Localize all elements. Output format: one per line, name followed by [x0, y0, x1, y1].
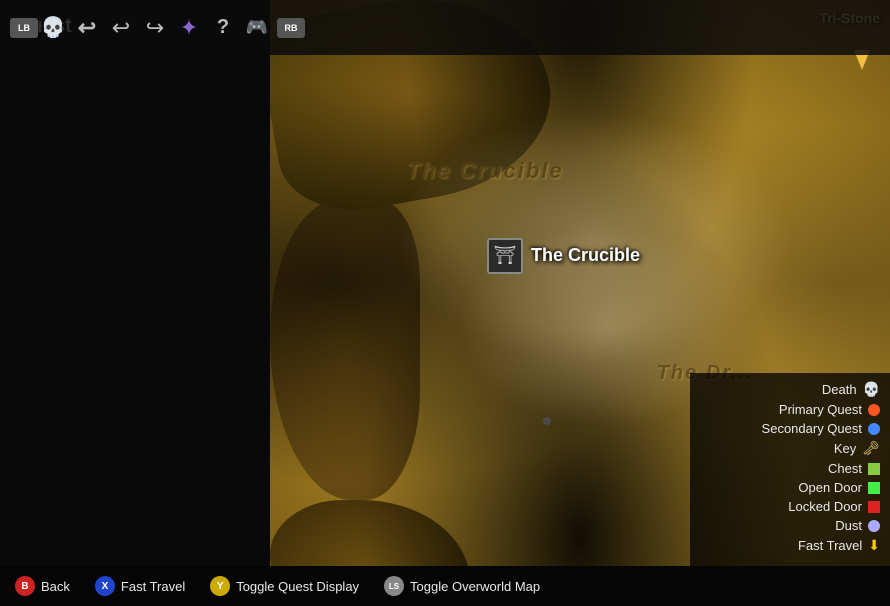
legend-chest: Chest — [700, 461, 880, 476]
legend-death-label: Death — [822, 382, 857, 397]
legend-primary-label: Primary Quest — [779, 402, 862, 417]
legend-fast-travel: Fast Travel ⬇ — [700, 537, 880, 554]
fast-travel-label: Fast Travel — [121, 579, 185, 594]
x-button-icon: X — [95, 576, 115, 596]
back-label: Back — [41, 579, 70, 594]
crucible-marker-label: The Crucible — [531, 245, 640, 266]
legend-dust: Dust — [700, 518, 880, 533]
skull-icon[interactable]: 💀 — [38, 13, 68, 43]
secondary-quest-icon — [868, 423, 880, 435]
toggle-quest-button[interactable]: Y Toggle Quest Display — [210, 576, 359, 596]
legend-dust-label: Dust — [835, 518, 862, 533]
legend-secondary-quest: Secondary Quest — [700, 421, 880, 436]
fast-travel-button[interactable]: X Fast Travel — [95, 576, 185, 596]
primary-quest-icon — [868, 404, 880, 416]
hook1-icon[interactable]: ↩ — [72, 13, 102, 43]
legend-open-door-label: Open Door — [798, 480, 862, 495]
death-icon: 💀 — [863, 381, 880, 398]
fast-travel-icon: ⬇ — [868, 537, 880, 554]
chest-icon — [868, 463, 880, 475]
key-icon: 🗝 — [862, 440, 880, 457]
crucible-icon — [487, 238, 523, 274]
toggle-overworld-button[interactable]: LS Toggle Overworld Map — [384, 576, 540, 596]
crucible-marker[interactable]: The Crucible — [487, 238, 640, 274]
hook3-icon[interactable]: ↪ — [140, 13, 170, 43]
legend-chest-label: Chest — [828, 461, 862, 476]
nav-icons: 💀 ↩ ↩ ↪ ✦ ? 🎮 — [38, 13, 272, 43]
legend-key-label: Key — [834, 441, 856, 456]
locked-door-icon — [868, 501, 880, 513]
b-button-icon: B — [15, 576, 35, 596]
legend-locked-door-label: Locked Door — [788, 499, 862, 514]
dust-icon — [868, 520, 880, 532]
legend-fast-travel-label: Fast Travel — [798, 538, 862, 553]
rb-button[interactable]: RB — [277, 18, 305, 38]
legend-panel: Death 💀 Primary Quest Secondary Quest Ke… — [690, 373, 890, 566]
lb-button[interactable]: LB — [10, 18, 38, 38]
legend-open-door: Open Door — [700, 480, 880, 495]
toggle-overworld-label: Toggle Overworld Map — [410, 579, 540, 594]
legend-key: Key 🗝 — [700, 440, 880, 457]
map-dot-marker — [543, 417, 551, 425]
back-button[interactable]: B Back — [15, 576, 70, 596]
ls-button-icon: LS — [384, 576, 404, 596]
left-panel: Quest — [0, 0, 270, 566]
crucible-bg-text: The Crucible — [406, 158, 563, 184]
quest-compass-icon[interactable]: ✦ — [174, 13, 204, 43]
toggle-quest-label: Toggle Quest Display — [236, 579, 359, 594]
bottom-bar: B Back X Fast Travel Y Toggle Quest Disp… — [0, 566, 890, 606]
land-mass-bottom-left — [270, 500, 470, 566]
controller-icon[interactable]: 🎮 — [242, 13, 272, 43]
hook2-icon[interactable]: ↩ — [106, 13, 136, 43]
legend-death: Death 💀 — [700, 381, 880, 398]
open-door-icon — [868, 482, 880, 494]
question-icon[interactable]: ? — [208, 13, 238, 43]
legend-secondary-label: Secondary Quest — [762, 421, 862, 436]
legend-primary-quest: Primary Quest — [700, 402, 880, 417]
y-button-icon: Y — [210, 576, 230, 596]
legend-locked-door: Locked Door — [700, 499, 880, 514]
top-nav: LB 💀 ↩ ↩ ↪ ✦ ? 🎮 RB — [0, 0, 890, 55]
